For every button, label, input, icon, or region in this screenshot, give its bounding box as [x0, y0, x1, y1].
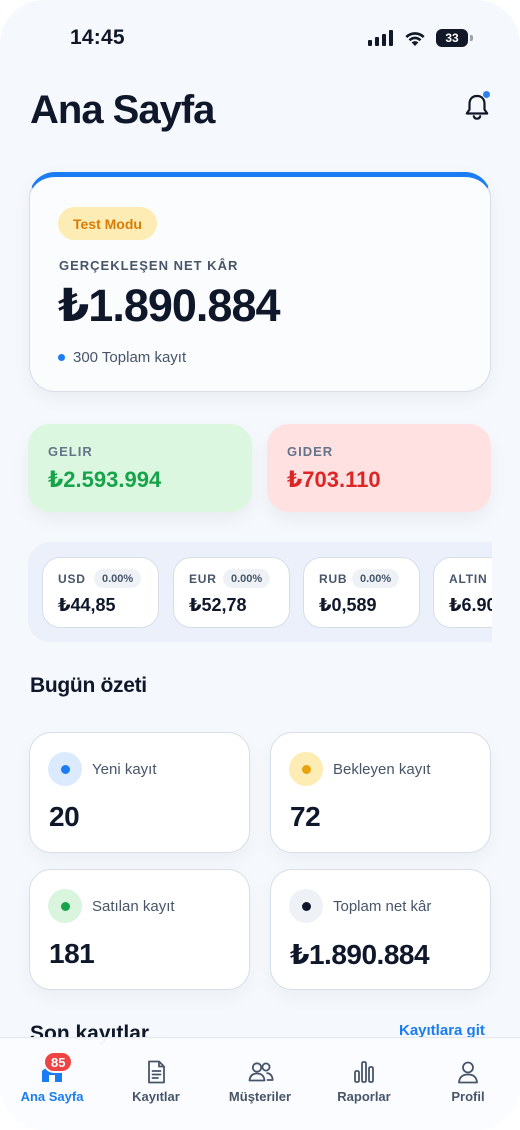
- tab-home[interactable]: 85 Ana Sayfa: [0, 1038, 104, 1130]
- cellular-signal-icon: [368, 30, 393, 46]
- currency-change: 0.00%: [223, 569, 271, 588]
- currency-rate: ₺6.90: [449, 595, 492, 615]
- currency-change: 0.00%: [94, 569, 142, 588]
- wifi-icon: [405, 32, 425, 46]
- tab-label: Ana Sayfa: [20, 1089, 84, 1104]
- battery-cap: [470, 35, 473, 41]
- currency-code: RUB: [319, 572, 348, 586]
- currency-code: EUR: [189, 572, 217, 586]
- tab-customers[interactable]: Müşteriler: [208, 1038, 312, 1130]
- test-mode-badge: Test Modu: [58, 207, 157, 240]
- tab-profile[interactable]: Profil: [416, 1038, 520, 1130]
- summary-label: Toplam net kâr: [333, 898, 432, 915]
- notification-count-badge: 85: [43, 1051, 74, 1073]
- bar-chart-icon: [354, 1061, 374, 1083]
- document-icon: [148, 1060, 165, 1084]
- summary-label: Satılan kayıt: [92, 898, 175, 915]
- summary-value: 72: [290, 801, 321, 832]
- summary-value: 181: [49, 938, 95, 969]
- status-time: 14:45: [70, 26, 125, 49]
- currency-change: 0.00%: [352, 569, 400, 588]
- currency-rate: ₺52,78: [189, 595, 247, 615]
- tab-label: Kayıtlar: [132, 1089, 180, 1104]
- page-title: Ana Sayfa: [30, 88, 215, 132]
- status-bar: 14:45 33: [0, 0, 520, 76]
- net-profit-label: GERÇEKLEŞEN NET KÂR: [59, 258, 239, 273]
- net-profit-value: ₺1.890.884: [58, 280, 281, 331]
- expense-card[interactable]: GIDER ₺703.110: [267, 424, 491, 512]
- tab-reports[interactable]: Raporlar: [312, 1038, 416, 1130]
- expense-label: GIDER: [287, 444, 334, 459]
- summary-card-net-profit[interactable]: Toplam net kâr ₺1.890.884: [270, 869, 491, 990]
- status-dot-icon: [289, 889, 323, 923]
- currency-code: USD: [58, 572, 86, 586]
- summary-value: ₺1.890.884: [290, 939, 430, 970]
- tab-records[interactable]: Kayıtlar: [104, 1038, 208, 1130]
- summary-label: Bekleyen kayıt: [333, 761, 431, 778]
- currency-item-usd[interactable]: USD 0.00% ₺44,85: [42, 557, 159, 628]
- income-label: GELIR: [48, 444, 93, 459]
- tab-label: Profil: [451, 1089, 485, 1104]
- currency-code: ALTIN: [449, 572, 488, 586]
- bullet-dot-icon: [58, 354, 65, 361]
- summary-card-sold[interactable]: Satılan kayıt 181: [29, 869, 250, 990]
- tab-label: Müşteriler: [228, 1089, 292, 1104]
- battery-icon: 33: [436, 29, 468, 47]
- net-profit-card[interactable]: Test Modu GERÇEKLEŞEN NET KÂR ₺1.890.884…: [29, 172, 491, 392]
- tab-label: Raporlar: [337, 1089, 391, 1104]
- currency-item-gold[interactable]: ALTIN ₺6.90: [433, 557, 492, 628]
- summary-card-new[interactable]: Yeni kayıt 20: [29, 732, 250, 853]
- status-dot-icon: [289, 752, 323, 786]
- currency-rate: ₺0,589: [319, 595, 377, 615]
- currency-item-rub[interactable]: RUB 0.00% ₺0,589: [303, 557, 420, 628]
- total-records-label: 300 Toplam kayıt: [73, 349, 187, 366]
- currency-item-eur[interactable]: EUR 0.00% ₺52,78: [173, 557, 290, 628]
- income-card[interactable]: GELIR ₺2.593.994: [28, 424, 252, 512]
- user-icon: [458, 1061, 478, 1084]
- currency-rate: ₺44,85: [58, 595, 116, 615]
- status-dot-icon: [48, 752, 82, 786]
- users-icon: [248, 1062, 274, 1082]
- bottom-tab-bar: 85 Ana Sayfa Kayıtlar Müşteriler Raporla…: [0, 1037, 520, 1130]
- total-records: 300 Toplam kayıt: [58, 349, 186, 366]
- currency-strip[interactable]: USD 0.00% ₺44,85 EUR 0.00% ₺52,78 RUB 0.…: [28, 542, 492, 642]
- notification-dot: [482, 90, 491, 99]
- expense-value: ₺703.110: [287, 467, 381, 492]
- summary-label: Yeni kayıt: [92, 761, 157, 778]
- home-screen: 14:45 33 Ana Sayfa Test Modu GERÇEKLEŞEN…: [0, 0, 520, 1130]
- income-value: ₺2.593.994: [48, 467, 162, 492]
- today-summary-title: Bugün özeti: [30, 674, 147, 697]
- summary-card-pending[interactable]: Bekleyen kayıt 72: [270, 732, 491, 853]
- summary-value: 20: [49, 801, 80, 832]
- status-dot-icon: [48, 889, 82, 923]
